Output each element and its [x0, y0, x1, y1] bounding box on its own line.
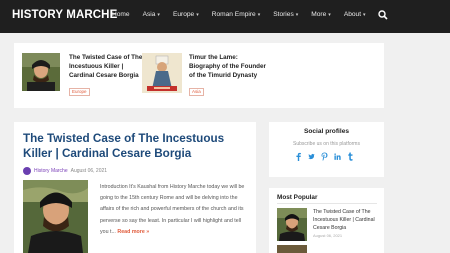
article-excerpt: Introduction It's Kaushal from History M… [100, 182, 250, 238]
chevron-down-icon: ▾ [196, 11, 199, 18]
main-article-card: The Twisted Case of The Incestuous Kille… [14, 122, 256, 253]
menu-item-roman-empire[interactable]: Roman Empire ▾ [212, 11, 261, 18]
widget-title: Social profiles [303, 128, 350, 135]
featured-posts-strip: The Twisted Case of The Incestuous Kille… [14, 43, 384, 108]
menu-item-europe[interactable]: Europe ▾ [173, 11, 199, 18]
popular-post-text: The Twisted Case of The Incestuous Kille… [313, 208, 379, 241]
menu-item-stories[interactable]: Stories ▾ [273, 11, 298, 18]
twitter-icon[interactable] [308, 152, 315, 161]
article-meta: History Marche August 06, 2021 [23, 167, 107, 175]
popular-thumbnail[interactable] [277, 208, 307, 241]
popular-post[interactable]: The Twisted Case of The Incestuous Kille… [277, 208, 379, 241]
most-popular-widget: Most Popular The Twisted Case of The Inc… [269, 188, 384, 253]
menu-item-about[interactable]: About ▾ [344, 11, 366, 18]
widget-subtitle: Subscribe us on this platforms [293, 141, 360, 147]
author-name[interactable]: History Marche [34, 168, 68, 174]
search-icon[interactable] [378, 10, 388, 20]
popular-thumbnail-partial[interactable] [277, 245, 307, 253]
menu-item-asia[interactable]: Asia ▾ [143, 11, 160, 18]
article-image[interactable] [23, 180, 88, 253]
popular-post-title[interactable]: The Twisted Case of The Incestuous Kille… [313, 208, 379, 232]
menu-label: About [343, 11, 362, 18]
chevron-down-icon: ▾ [295, 11, 299, 18]
top-navigation-bar: HISTORY MARCHE Home Asia ▾ Europe ▾ Roman … [0, 0, 450, 33]
chevron-down-icon: ▾ [363, 11, 366, 18]
chevron-down-icon: ▾ [157, 11, 160, 18]
widget-title: Most Popular [277, 194, 318, 201]
menu-label: Home [112, 11, 130, 18]
menu-label: Asia [142, 11, 156, 18]
featured-title[interactable]: The Twisted Case of The Incestuous Kille… [69, 53, 145, 80]
site-logo[interactable]: HISTORY MARCHE [12, 9, 117, 21]
featured-thumbnail[interactable] [142, 53, 182, 93]
excerpt-text: Introduction It's Kaushal from History M… [100, 184, 245, 235]
featured-post[interactable]: The Twisted Case of The Incestuous Kille… [22, 53, 145, 98]
post-date: August 06, 2021 [70, 168, 108, 174]
tumblr-icon[interactable] [347, 152, 354, 161]
featured-thumbnail[interactable] [22, 53, 60, 91]
main-menu: Home Asia ▾ Europe ▾ Roman Empire ▾ Stories… [112, 11, 379, 18]
menu-label: More [311, 11, 327, 18]
facebook-icon[interactable] [295, 152, 302, 161]
menu-item-home[interactable]: Home [112, 11, 130, 18]
linkedin-icon[interactable] [334, 152, 341, 161]
menu-item-more[interactable]: More ▾ [311, 11, 331, 18]
category-tag[interactable]: Europe [69, 88, 90, 96]
social-profiles-widget: Social profiles Subscribe us on this pla… [269, 122, 384, 177]
popular-post-date: August 06, 2021 [313, 233, 343, 238]
featured-post[interactable]: Timur the Lame: Biography of the Founder… [142, 53, 267, 98]
avatar [23, 167, 31, 175]
menu-label: Stories [273, 11, 294, 18]
menu-label: Europe [172, 11, 195, 18]
chevron-down-icon: ▾ [328, 11, 331, 18]
read-more-link[interactable]: Read more » [117, 229, 149, 235]
pinterest-icon[interactable] [321, 152, 328, 161]
divider [277, 203, 377, 204]
social-icons [295, 152, 354, 161]
chevron-down-icon: ▾ [257, 11, 261, 18]
menu-label: Roman Empire [211, 11, 256, 18]
featured-title[interactable]: Timur the Lame: Biography of the Founder… [189, 53, 267, 80]
category-tag[interactable]: Asia [189, 88, 204, 96]
article-title[interactable]: The Twisted Case of The Incestuous Kille… [23, 131, 251, 161]
